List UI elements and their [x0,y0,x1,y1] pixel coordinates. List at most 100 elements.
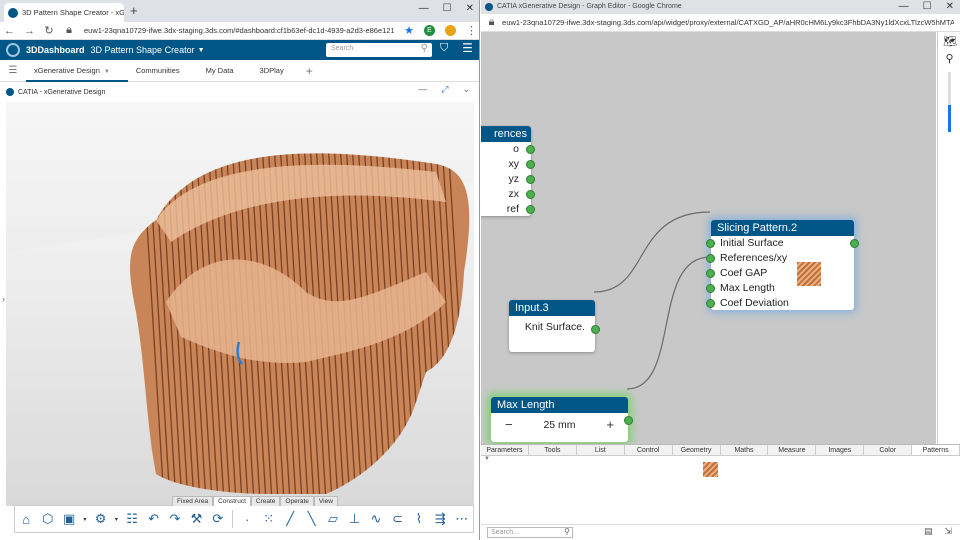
undo-icon[interactable]: ↶ [146,511,160,527]
output-port-yz[interactable]: yz [481,172,535,187]
tab-communities[interactable]: Communities [128,60,198,82]
tab-create[interactable]: Create [250,496,281,506]
part-icon[interactable]: ⬡ [40,511,54,527]
output-port-zx[interactable]: zx [481,187,535,202]
input-port-references-xy[interactable]: References/xy [706,251,854,266]
spline-icon[interactable]: ∿ [369,511,383,527]
tab-color[interactable]: Color [864,445,913,455]
tab-construct[interactable]: Construct [213,496,251,506]
tab-view[interactable]: View [313,496,338,506]
map-icon[interactable]: 🗺︎ [943,35,957,48]
max-length-node[interactable]: Max Length − 25 mm + [491,397,633,442]
output-port-o[interactable]: o [481,142,535,157]
chevron-down-icon[interactable]: ▼ [484,456,490,462]
tab-operate[interactable]: Operate [280,496,314,506]
zoom-slider[interactable] [948,72,951,132]
maximize-icon[interactable]: ☐ [443,3,452,14]
port-dot[interactable] [706,299,715,308]
settings-gear-icon[interactable]: ⚙ [93,511,107,527]
panel-expand-icon[interactable]: › [2,294,5,304]
back-icon[interactable]: ← [4,25,15,37]
slicing-pattern-node[interactable]: Slicing Pattern.2 Initial Surface Refere… [706,220,859,311]
browser-menu-icon[interactable]: ⋮ [466,24,477,37]
output-port-xy[interactable]: xy [481,157,535,172]
left-url-bar[interactable]: euw1-23qna10729-ifwe.3dx-staging.3ds.com… [84,26,394,35]
widget-minimize-icon[interactable]: — [418,84,427,95]
search-icon[interactable]: ⚲ [564,527,570,536]
forward-icon[interactable]: → [24,25,35,37]
port-dot[interactable] [526,160,535,169]
output-port-dot[interactable] [624,416,633,425]
home-icon[interactable]: ⌂ [19,511,33,527]
port-dot[interactable] [706,269,715,278]
input-port-max-length[interactable]: Max Length [706,281,854,296]
point-icon[interactable]: · [240,511,254,527]
add-tab-button[interactable]: + [302,64,313,78]
tab-patterns[interactable]: Patterns [912,445,960,455]
export-icon[interactable]: ⇲ [944,526,952,537]
settings-more-icon[interactable]: ▾ [115,516,118,523]
port-dot[interactable] [526,190,535,199]
line-icon[interactable]: ╱ [283,511,297,527]
stack-icon[interactable]: ☷ [125,511,139,527]
bookmark-star-icon[interactable]: ★ [404,24,414,37]
search-icon[interactable]: ⚲ [421,43,428,54]
minimize-icon[interactable]: — [899,1,909,12]
port-dot[interactable] [706,239,715,248]
chevron-down-icon[interactable]: ▼ [198,47,205,54]
reload-icon[interactable]: ↻ [44,24,54,37]
dashboard-title[interactable]: 3D Pattern Shape Creator [91,45,195,55]
lock-icon[interactable]: 🔒︎ [64,24,74,37]
references-node[interactable]: rences o xy yz zx ref [481,126,535,216]
input-port-coef-gap[interactable]: Coef GAP [706,266,854,281]
zoom-icon[interactable]: ⚲ [943,52,956,65]
tab-3dplay[interactable]: 3DPlay [252,60,302,82]
decrement-button[interactable]: − [505,417,513,432]
new-tab-button[interactable]: + [130,3,138,18]
palette-search-input[interactable]: Search... ⚲ [487,527,573,538]
lock-icon[interactable]: 🔒︎ [487,16,496,29]
extension-icon[interactable] [445,25,456,36]
tab-xgenerative-design[interactable]: xGenerative Design ▼ [26,60,128,82]
input-port-coef-deviation[interactable]: Coef Deviation [706,296,854,311]
input-node[interactable]: Input.3 Knit Surface. [509,300,600,352]
input-port-initial-surface[interactable]: Initial Surface [706,236,859,251]
dashboard-search-input[interactable]: Search ⚲ [326,43,432,57]
redo-icon[interactable]: ↷ [168,511,182,527]
port-dot[interactable] [526,205,535,214]
refresh-icon[interactable]: ⟳ [211,511,225,527]
browser-tab-dashboard[interactable]: 3D Pattern Shape Creator - xGen ✕ [4,3,124,22]
arrow-icon[interactable]: ⇶ [433,511,447,527]
maximize-icon[interactable]: ☐ [923,1,932,12]
port-dot[interactable] [526,145,535,154]
output-port-knit-surface[interactable]: Knit Surface. [509,316,600,334]
plane-icon[interactable]: ▱ [326,511,340,527]
chevron-down-icon[interactable]: ▼ [104,69,110,75]
tab-tools[interactable]: Tools [529,445,577,455]
close-window-icon[interactable]: ✕ [946,1,954,12]
tab-parameters[interactable]: Parameters [481,445,529,455]
axis-line-icon[interactable]: ╲ [304,511,318,527]
slicing-pattern-palette-item[interactable] [703,462,718,477]
widget-fullscreen-icon[interactable]: ⤢ [441,84,448,95]
graph-canvas[interactable]: rences o xy yz zx ref Slicing Pattern.2 … [481,32,936,444]
port-dot[interactable] [706,254,715,263]
minimize-icon[interactable]: — [419,3,429,14]
3d-viewport[interactable] [6,102,474,506]
increment-button[interactable]: + [606,417,614,432]
tab-geometry[interactable]: Geometry [673,445,721,455]
tab-list[interactable]: List [577,445,625,455]
output-port-dot[interactable] [850,239,859,248]
comment-icon[interactable]: ▤ [924,526,933,537]
axis-system-icon[interactable]: ⊥ [347,511,361,527]
close-window-icon[interactable]: ✕ [466,3,474,14]
tab-maths[interactable]: Maths [721,445,769,455]
sidebar-toggle-icon[interactable]: ☰ [0,65,26,76]
curve-icon[interactable]: ⌇ [412,511,426,527]
arc-icon[interactable]: ⊂ [390,511,404,527]
port-dot[interactable] [526,175,535,184]
tab-my-data[interactable]: My Data [198,60,252,82]
tab-images[interactable]: Images [816,445,865,455]
port-dot[interactable] [706,284,715,293]
more-icon[interactable]: ⋯ [455,511,469,527]
